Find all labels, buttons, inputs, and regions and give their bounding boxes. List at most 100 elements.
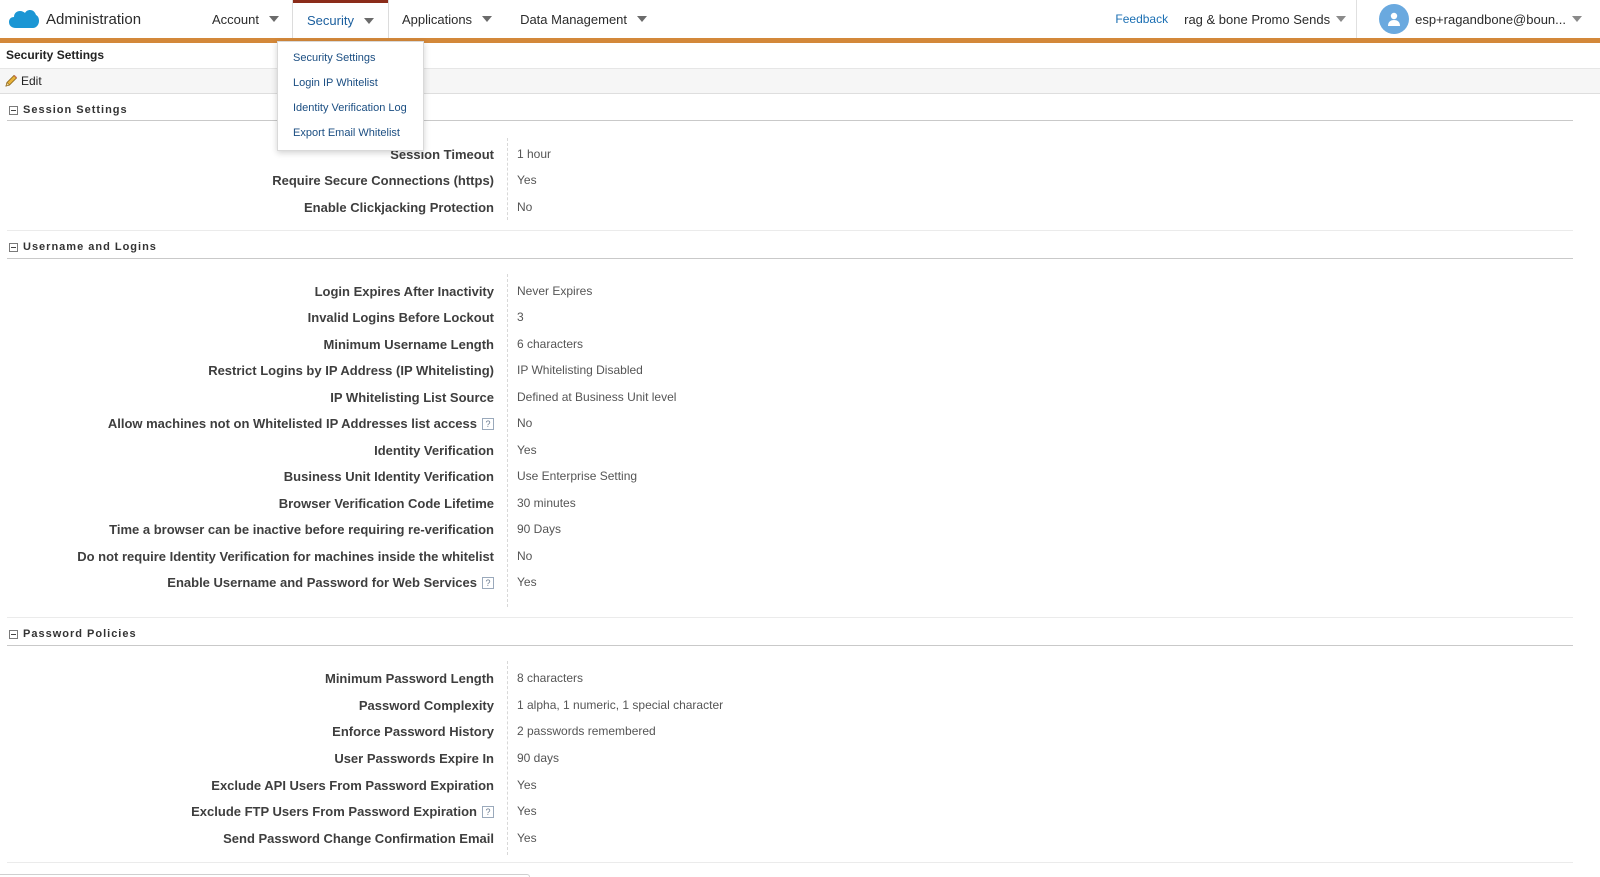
setting-value: Yes xyxy=(517,778,537,792)
dropdown-item-export-email-whitelist[interactable]: Export Email Whitelist xyxy=(278,121,423,146)
accent-bar xyxy=(0,38,1600,43)
top-navigation: Administration Account Security Applicat… xyxy=(0,0,1600,38)
setting-value: 6 characters xyxy=(517,337,584,351)
setting-row: Restrict Logins by IP Address (IP Whitel… xyxy=(0,357,1600,383)
help-icon[interactable]: ? xyxy=(482,805,494,818)
user-menu[interactable]: esp+ragandbone@boun... xyxy=(1357,4,1600,34)
main-menu: Account Security Applications Data Manag… xyxy=(198,0,661,38)
dropdown-item-identity-verification-log[interactable]: Identity Verification Log xyxy=(278,96,423,121)
setting-row: Enforce Password History 2 passwords rem… xyxy=(0,718,1600,744)
setting-row: Minimum Username Length 6 characters xyxy=(0,331,1600,357)
menu-data-management[interactable]: Data Management xyxy=(506,0,661,38)
setting-row: Password Complexity 1 alpha, 1 numeric, … xyxy=(0,692,1600,718)
chevron-down-icon xyxy=(637,16,648,22)
setting-value: 90 Days xyxy=(517,522,562,536)
menu-applications[interactable]: Applications xyxy=(388,0,506,38)
setting-row: Minimum Password Length 8 characters xyxy=(0,665,1600,691)
setting-row: Do not require Identity Verification for… xyxy=(0,543,1600,569)
avatar xyxy=(1379,4,1410,34)
setting-value: 30 minutes xyxy=(517,496,576,510)
collapse-icon[interactable] xyxy=(9,242,18,252)
setting-label: Restrict Logins by IP Address (IP Whitel… xyxy=(208,363,494,378)
setting-label-text: Enable Username and Password for Web Ser… xyxy=(167,575,477,590)
setting-row: Send Password Change Confirmation Email … xyxy=(0,825,1600,851)
dropdown-item-login-ip-whitelist[interactable]: Login IP Whitelist xyxy=(278,71,423,96)
chevron-down-icon xyxy=(482,16,493,22)
setting-label: Enable Clickjacking Protection xyxy=(304,200,494,215)
feedback-link[interactable]: Feedback xyxy=(1115,12,1168,26)
setting-label: Minimum Username Length xyxy=(323,337,494,352)
setting-value: 1 alpha, 1 numeric, 1 special character xyxy=(517,698,724,712)
setting-value: Use Enterprise Setting xyxy=(517,469,638,483)
security-dropdown: Security Settings Login IP Whitelist Ide… xyxy=(277,41,424,151)
setting-label-text: Allow machines not on Whitelisted IP Add… xyxy=(107,416,477,431)
setting-value: 90 days xyxy=(517,751,560,765)
menu-security[interactable]: Security xyxy=(292,0,388,38)
menu-account[interactable]: Account xyxy=(198,0,293,38)
setting-row: Require Secure Connections (https) Yes xyxy=(0,167,1600,193)
setting-value: IP Whitelisting Disabled xyxy=(517,363,643,377)
help-icon[interactable]: ? xyxy=(482,417,494,430)
section-end xyxy=(7,617,1573,618)
section-header-logins: Username and Logins xyxy=(9,240,1572,254)
setting-label: Invalid Logins Before Lockout xyxy=(307,310,494,325)
setting-row: Allow machines not on Whitelisted IP Add… xyxy=(0,410,1600,436)
help-icon[interactable]: ? xyxy=(482,576,494,589)
setting-row: Invalid Logins Before Lockout 3 xyxy=(0,304,1600,330)
setting-value: No xyxy=(517,200,533,214)
setting-value: Defined at Business Unit level xyxy=(517,390,677,404)
setting-row: Identity Verification Yes xyxy=(0,437,1600,463)
setting-row: Exclude API Users From Password Expirati… xyxy=(0,772,1600,798)
setting-value: Yes xyxy=(517,804,537,818)
business-unit-name: rag & bone Promo Sends xyxy=(1184,11,1331,27)
chevron-down-icon xyxy=(363,17,374,24)
chevron-down-icon xyxy=(1336,16,1347,22)
setting-row: Business Unit Identity Verification Use … xyxy=(0,463,1600,489)
setting-row: Exclude FTP Users From Password Expirati… xyxy=(0,798,1600,824)
cloud-logo-icon xyxy=(9,10,39,28)
section-divider xyxy=(7,258,1573,259)
setting-value: Yes xyxy=(517,443,537,457)
collapse-icon[interactable] xyxy=(9,629,18,639)
setting-value: 8 characters xyxy=(517,671,584,685)
edit-button[interactable]: Edit xyxy=(4,74,42,88)
toolbar: Edit xyxy=(0,68,1600,94)
setting-row: Enable Clickjacking Protection No xyxy=(0,194,1600,220)
section-end xyxy=(7,862,1573,863)
brand: Administration xyxy=(0,0,190,38)
collapse-icon[interactable] xyxy=(9,105,18,115)
setting-label: Exclude API Users From Password Expirati… xyxy=(211,778,494,793)
user-name: esp+ragandbone@boun... xyxy=(1415,11,1566,27)
chevron-down-icon xyxy=(268,16,279,22)
setting-row: User Passwords Expire In 90 days xyxy=(0,745,1600,771)
setting-label: Time a browser can be inactive before re… xyxy=(109,522,494,537)
setting-label: Do not require Identity Verification for… xyxy=(77,549,494,564)
dropdown-item-security-settings[interactable]: Security Settings xyxy=(278,46,423,71)
setting-label: Exclude FTP Users From Password Expirati… xyxy=(191,804,494,819)
section-divider xyxy=(7,645,1573,646)
chevron-down-icon xyxy=(1572,16,1582,22)
section-header-password: Password Policies xyxy=(9,627,1572,641)
setting-row: Enable Username and Password for Web Ser… xyxy=(0,569,1600,595)
section-title: Password Policies xyxy=(23,628,137,640)
section-end xyxy=(7,230,1573,231)
setting-label: Business Unit Identity Verification xyxy=(283,469,494,484)
pencil-icon xyxy=(5,74,18,87)
setting-label: Require Secure Connections (https) xyxy=(272,173,494,188)
setting-value: Never Expires xyxy=(517,284,593,298)
setting-label: Enable Username and Password for Web Ser… xyxy=(167,575,494,590)
setting-label: Login Expires After Inactivity xyxy=(314,284,494,299)
setting-label: IP Whitelisting List Source xyxy=(330,390,494,405)
setting-value: 3 xyxy=(517,310,524,324)
business-unit-switcher[interactable]: rag & bone Promo Sends xyxy=(1184,0,1358,38)
menu-account-label: Account xyxy=(212,11,259,27)
setting-label: Send Password Change Confirmation Email xyxy=(223,831,494,846)
setting-label: Password Complexity xyxy=(358,698,494,713)
edit-label: Edit xyxy=(21,74,42,88)
setting-row: Time a browser can be inactive before re… xyxy=(0,516,1600,542)
setting-value: Yes xyxy=(517,575,537,589)
menu-applications-label: Applications xyxy=(401,11,473,27)
section-divider xyxy=(7,120,1573,121)
setting-row: IP Whitelisting List Source Defined at B… xyxy=(0,384,1600,410)
page-title: Security Settings xyxy=(6,48,105,62)
